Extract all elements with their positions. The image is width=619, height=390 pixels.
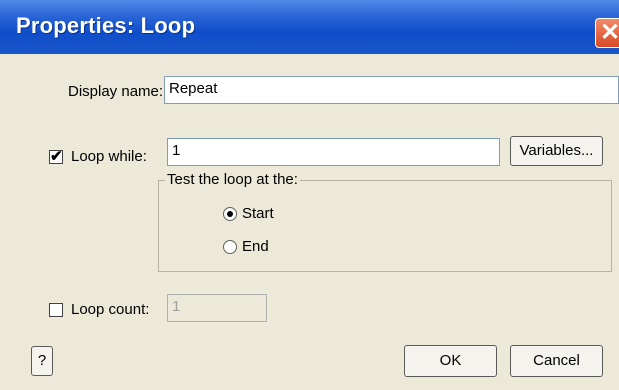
title-bar[interactable]: Properties: Loop ✕ — [0, 0, 619, 54]
help-button[interactable]: ? — [31, 346, 53, 376]
checkbox-check-icon: ✔ — [50, 148, 63, 165]
window-title: Properties: Loop — [16, 13, 196, 38]
start-radio-label: Start — [242, 205, 274, 222]
cancel-button[interactable]: Cancel — [510, 345, 603, 377]
radio-selected-icon — [227, 211, 233, 217]
close-button[interactable]: ✕ — [595, 18, 619, 48]
ok-button[interactable]: OK — [404, 345, 497, 377]
loop-while-label: Loop while: — [71, 148, 147, 165]
loop-count-label: Loop count: — [71, 301, 150, 318]
close-icon: ✕ — [600, 19, 619, 46]
variables-button[interactable]: Variables... — [510, 136, 603, 166]
test-loop-groupbox — [158, 180, 612, 272]
end-radio-label: End — [242, 238, 269, 255]
loop-count-checkbox[interactable] — [49, 303, 63, 317]
display-name-label: Display name: — [68, 83, 164, 100]
test-loop-group-title: Test the loop at the: — [165, 171, 300, 188]
loop-while-input[interactable]: 1 — [167, 138, 500, 166]
end-radio[interactable] — [223, 240, 237, 254]
loop-count-input[interactable]: 1 — [167, 294, 267, 322]
loop-while-checkbox[interactable]: ✔ — [49, 148, 63, 165]
start-radio[interactable] — [223, 207, 237, 221]
properties-loop-dialog: Properties: Loop ✕ Display name: Repeat … — [0, 0, 619, 390]
display-name-input[interactable]: Repeat — [164, 76, 619, 104]
